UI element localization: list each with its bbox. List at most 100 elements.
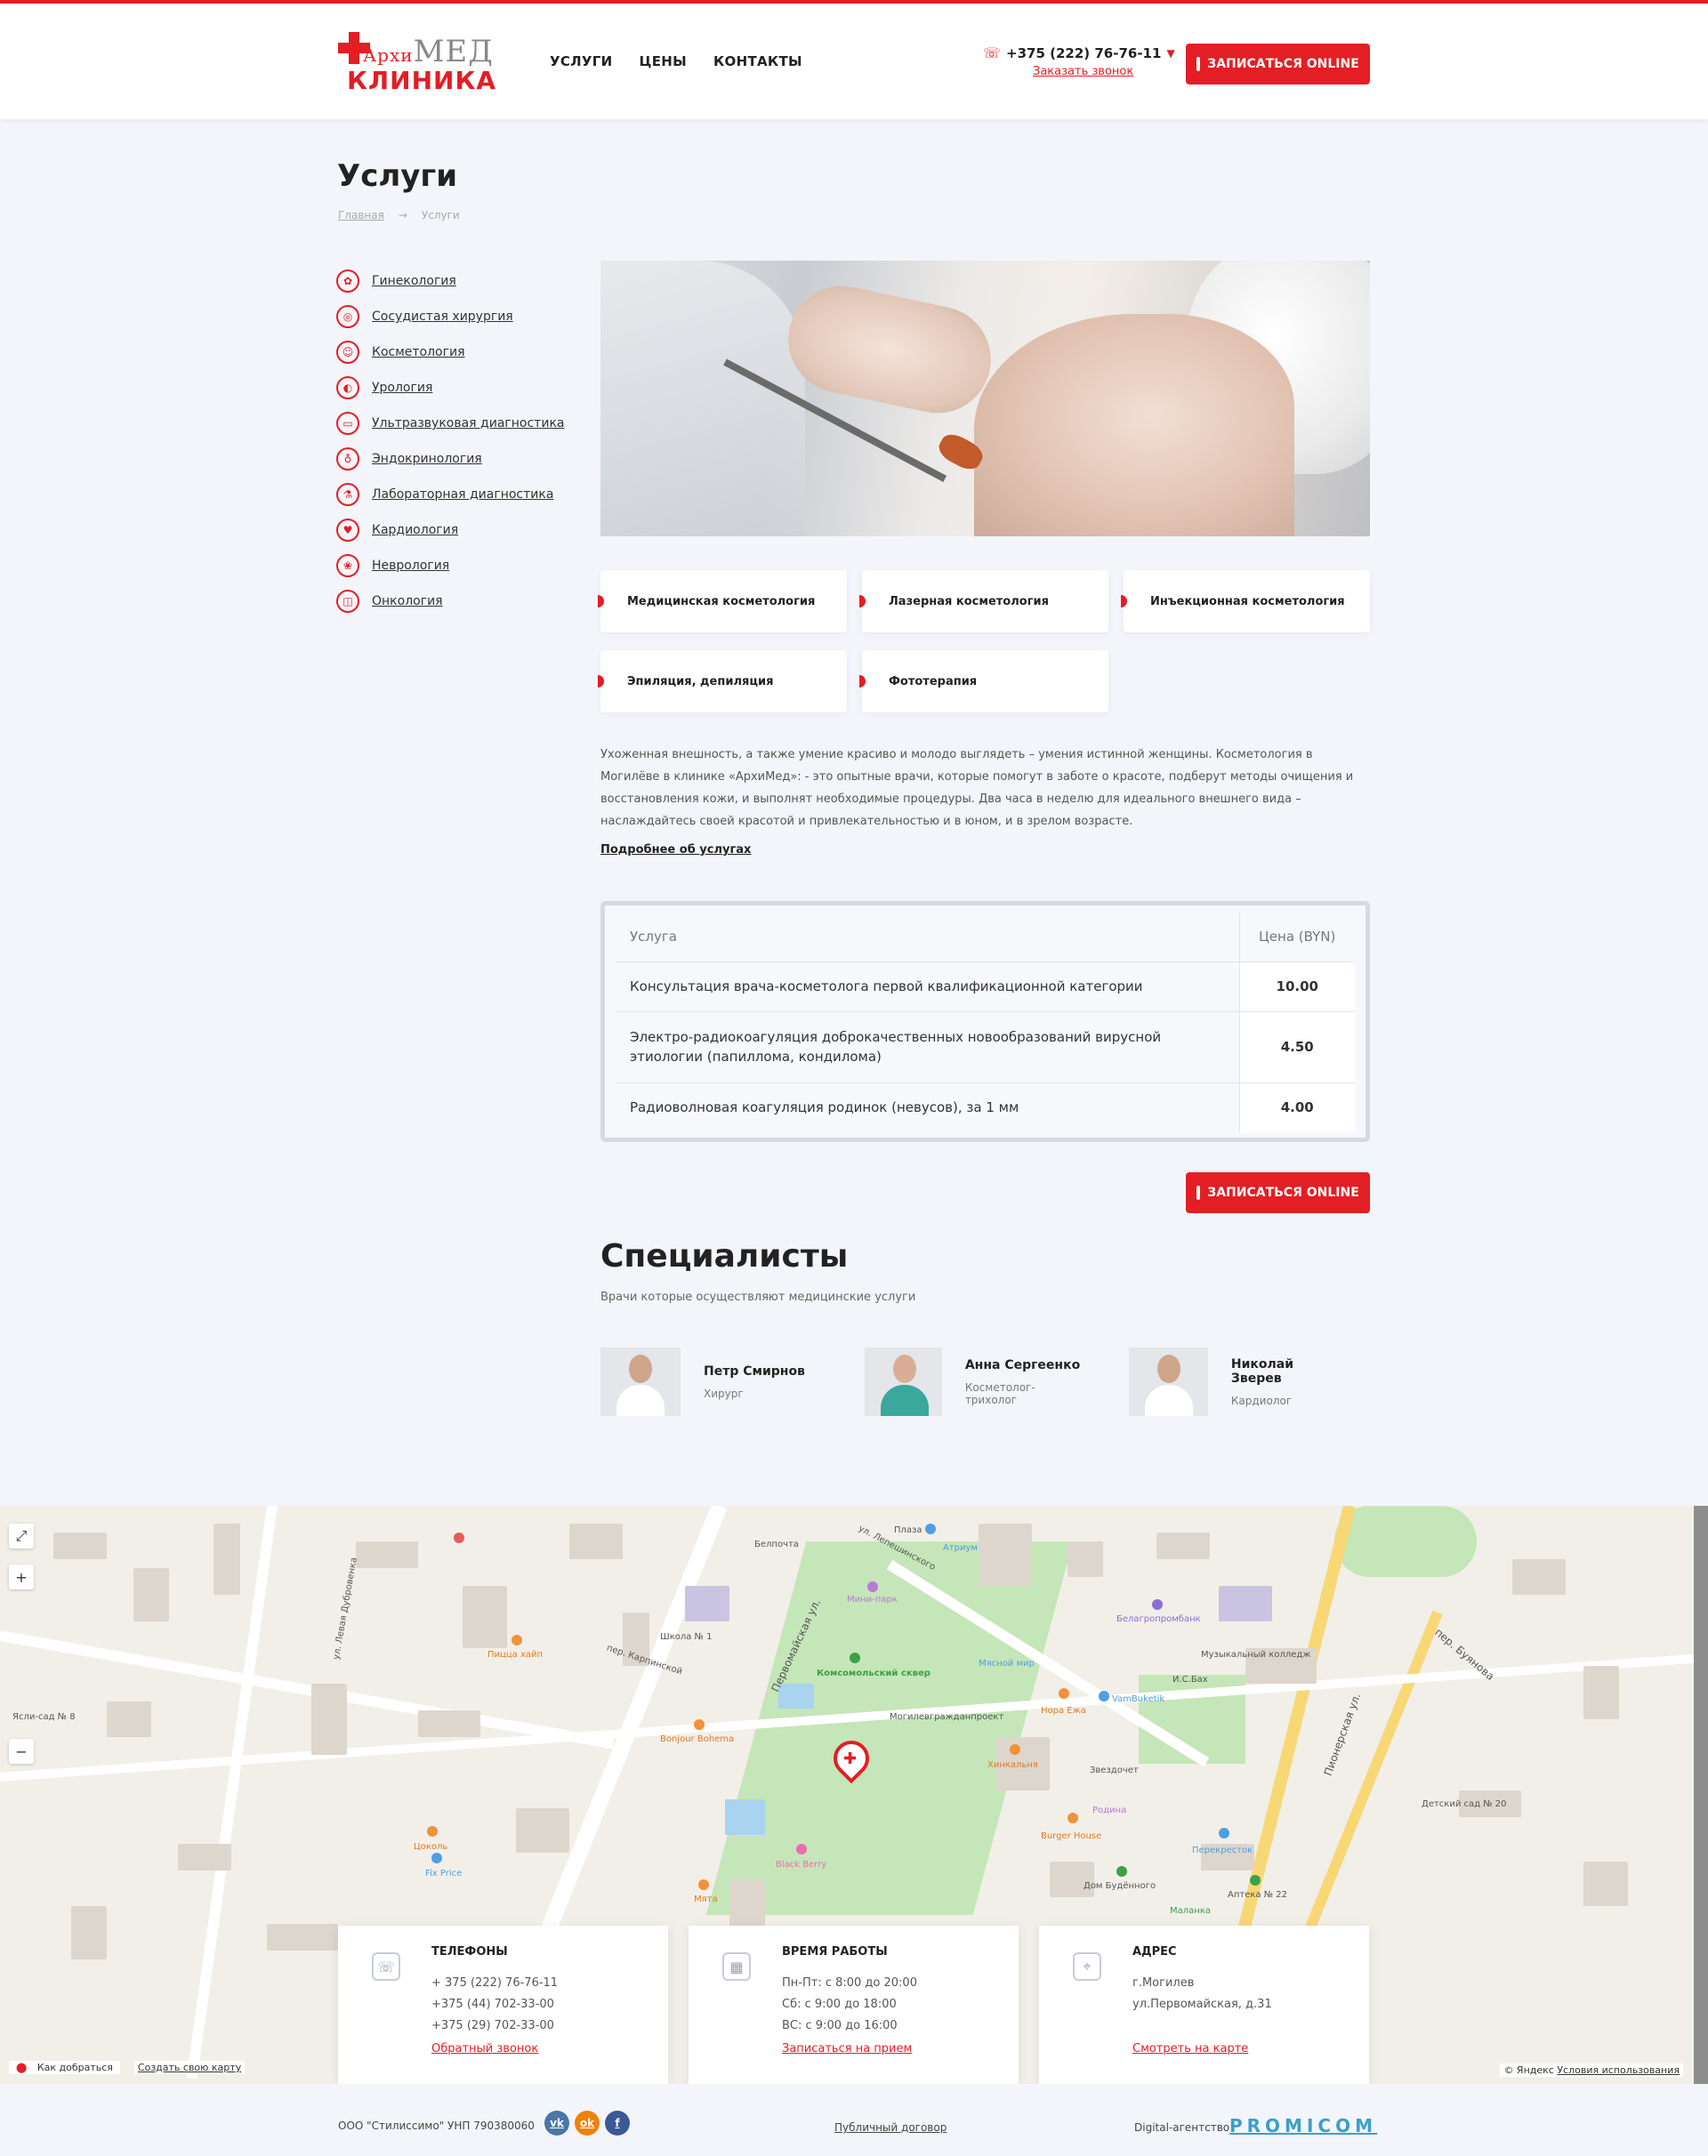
sidebar-item-endocrinology[interactable]: ♁ Эндокринология [336, 441, 568, 477]
uterus-icon: ✿ [336, 270, 359, 293]
table-row: Радиоволновая коагуляция родинок (невусо… [616, 1082, 1355, 1132]
form-icon [1196, 57, 1201, 71]
breadcrumb-home[interactable]: Главная [338, 209, 384, 221]
vk-icon[interactable]: vk [544, 2111, 569, 2136]
sidebar-item-label[interactable]: Гинекология [372, 274, 456, 288]
sidebar-item-label[interactable]: Косметология [372, 345, 465, 359]
terms-link[interactable]: Условия использования [1557, 2064, 1680, 2076]
callback-link[interactable]: Заказать звонок [1033, 65, 1175, 78]
sidebar-item-urology[interactable]: ◐ Урология [336, 370, 568, 406]
sidebar-item-label[interactable]: Урология [372, 381, 432, 395]
poi-icon[interactable] [1059, 1688, 1069, 1699]
service-description: Ухоженная внешность, а также умение крас… [600, 748, 1354, 828]
subservice-card-phototherapy[interactable]: Фототерапия [859, 650, 1108, 712]
poi-icon[interactable] [454, 1533, 464, 1543]
sidebar-item-oncology[interactable]: ◫ Онкология [336, 583, 568, 619]
poi-icon[interactable] [694, 1719, 705, 1730]
book-appointment-link[interactable]: Записаться на прием [782, 2042, 912, 2055]
specialist-card[interactable]: Анна Сергеенко Косметолог-трихолог [865, 1348, 1083, 1416]
book-online-label: ЗАПИСАТЬСЯ ONLINE [1207, 1186, 1359, 1200]
subservice-cards: Медицинская косметология Лазерная космет… [598, 570, 1370, 712]
nav-contacts[interactable]: КОНТАКТЫ [713, 53, 802, 69]
brain-icon: ❀ [336, 554, 359, 577]
book-online-button-mid[interactable]: ЗАПИСАТЬСЯ ONLINE [1186, 1172, 1370, 1213]
poi-icon[interactable] [427, 1826, 438, 1837]
subservice-card-injection-cosmetology[interactable]: Инъекционная косметология [1121, 570, 1370, 632]
specialist-photo [865, 1348, 942, 1416]
specialist-name: Николай Зверев [1230, 1356, 1294, 1386]
route-link[interactable]: ⬤ Как добраться [9, 2061, 120, 2074]
phone-block: ☏ +375 (222) 76-76-11 ▼ Заказать звонок [983, 44, 1175, 78]
create-map-link[interactable]: Создать свою карту [133, 2061, 246, 2074]
poi-icon[interactable] [850, 1653, 860, 1663]
more-about-services-link[interactable]: Подробнее об услугах [600, 843, 751, 857]
ok-icon[interactable]: ok [575, 2111, 600, 2136]
poi-icon[interactable] [925, 1524, 936, 1534]
cross-icon: ✚ [843, 1750, 858, 1768]
phone-dropdown[interactable]: ☏ +375 (222) 76-76-11 ▼ [983, 44, 1175, 61]
poi-icon[interactable] [698, 1879, 709, 1890]
sidebar-item-gynecology[interactable]: ✿ Гинекология [336, 263, 568, 299]
poi-icon[interactable] [1219, 1828, 1229, 1838]
scrollbar[interactable] [1694, 1506, 1708, 2084]
sidebar-item-cardiology[interactable]: ♥ Кардиология [336, 512, 568, 548]
map-footer-links: ⬤ Как добраться Создать свою карту [9, 2061, 246, 2074]
poi-icon[interactable] [1010, 1744, 1020, 1755]
sidebar-item-label[interactable]: Эндокринология [372, 452, 482, 466]
view-on-map-link[interactable]: Смотреть на карте [1132, 2042, 1248, 2055]
column-header-service: Услуга [616, 913, 1239, 962]
sidebar-item-label[interactable]: Кардиология [372, 523, 458, 537]
logo[interactable]: АрхиМЕД КЛИНИКА [336, 30, 495, 95]
public-contract-link[interactable]: Публичный договор [834, 2121, 947, 2134]
main-nav: УСЛУГИ ЦЕНЫ КОНТАКТЫ [550, 53, 802, 69]
nav-prices[interactable]: ЦЕНЫ [640, 53, 687, 69]
page-title: Услуги [337, 158, 458, 194]
microscope-icon: ⚗ [336, 483, 359, 506]
specialist-card[interactable]: Николай Зверев Кардиолог [1129, 1348, 1347, 1416]
subservice-card-epilation[interactable]: Эпиляция, депиляция [598, 650, 847, 712]
poi-icon[interactable] [431, 1853, 442, 1863]
sidebar-item-laboratory[interactable]: ⚗ Лабораторная диагностика [336, 477, 568, 512]
sidebar-item-cosmetology[interactable]: ☺ Косметология [336, 334, 568, 370]
poi-icon[interactable] [867, 1581, 878, 1592]
service-name: Консультация врача-косметолога первой кв… [616, 961, 1239, 1012]
contact-card-phones: ☏ ТЕЛЕФОНЫ + 375 (222) 76-76-11 +375 (44… [338, 1926, 668, 2084]
map-attribution: © Яндекс Условия использования [1500, 2063, 1683, 2077]
specialist-photo [1129, 1348, 1208, 1416]
sidebar-item-label[interactable]: Сосудистая хирургия [372, 310, 513, 324]
poi-icon[interactable] [1152, 1599, 1163, 1610]
nav-services[interactable]: УСЛУГИ [550, 53, 613, 69]
zoom-out-button[interactable]: − [9, 1739, 34, 1764]
scan-icon: ◫ [336, 590, 359, 613]
specialist-photo [600, 1348, 681, 1416]
sidebar-item-label[interactable]: Онкология [372, 594, 443, 608]
sidebar-item-neurology[interactable]: ❀ Неврология [336, 548, 568, 583]
sidebar-item-label[interactable]: Неврология [372, 559, 449, 573]
facebook-icon[interactable]: f [605, 2111, 630, 2136]
specialist-role: Кардиолог [1230, 1394, 1293, 1407]
sidebar-item-vascular-surgery[interactable]: ◎ Сосудистая хирургия [336, 299, 568, 334]
poi-icon[interactable] [1250, 1875, 1261, 1886]
specialist-card[interactable]: Петр Смирнов Хирург [600, 1348, 818, 1416]
kidney-icon: ◐ [336, 376, 359, 399]
callback-link[interactable]: Обратный звонок [431, 2042, 538, 2055]
poi-icon[interactable] [1116, 1866, 1127, 1877]
contact-card-lines: Пн-Пт: с 8:00 до 20:00 Сб: с 9:00 до 18:… [782, 1976, 917, 2032]
agency-logo[interactable]: PROMICOM [1229, 2115, 1377, 2136]
poi-icon[interactable] [796, 1844, 807, 1854]
poi-icon[interactable] [1099, 1691, 1109, 1701]
poi-icon[interactable] [1068, 1813, 1078, 1823]
subservice-card-laser-cosmetology[interactable]: Лазерная косметология [859, 570, 1108, 632]
sidebar-item-label[interactable]: Лабораторная диагностика [372, 487, 553, 502]
site-header: АрхиМЕД КЛИНИКА УСЛУГИ ЦЕНЫ КОНТАКТЫ ☏ +… [0, 0, 1708, 119]
subservice-card-medical-cosmetology[interactable]: Медицинская косметология [598, 570, 847, 632]
contact-cards: ☏ ТЕЛЕФОНЫ + 375 (222) 76-76-11 +375 (44… [338, 1926, 1369, 2084]
zoom-in-button[interactable]: + [9, 1565, 34, 1589]
book-online-button[interactable]: ЗАПИСАТЬСЯ ONLINE [1186, 44, 1370, 84]
fullscreen-icon[interactable]: ⤢ [9, 1524, 34, 1549]
specialist-role: Косметолог-трихолог [964, 1380, 1035, 1406]
sidebar-item-ultrasound[interactable]: ▭ Ультразвуковая диагностика [336, 406, 568, 441]
poi-icon[interactable] [512, 1635, 522, 1645]
sidebar-item-label[interactable]: Ультразвуковая диагностика [372, 416, 564, 430]
contact-card-hours: ▦ ВРЕМЯ РАБОТЫ Пн-Пт: с 8:00 до 20:00 Сб… [689, 1926, 1019, 2084]
